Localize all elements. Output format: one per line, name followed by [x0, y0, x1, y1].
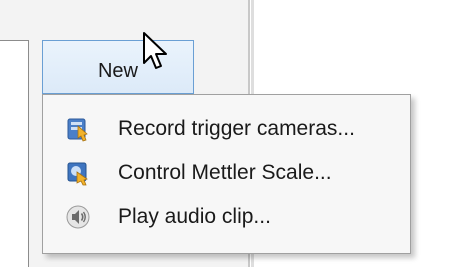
content-frame: [0, 40, 29, 267]
new-button-label: New: [97, 59, 138, 82]
scale-control-icon: [65, 160, 91, 186]
menu-item-control-mettler-scale[interactable]: Control Mettler Scale...: [43, 153, 410, 193]
menu-item-label: Play audio clip...: [118, 205, 271, 228]
menu-item-label: Record trigger cameras...: [118, 117, 355, 140]
new-dropdown-menu: Record trigger cameras... Control Mettle…: [42, 94, 411, 254]
mouse-pointer-icon: [143, 32, 167, 69]
screen: New Record trigger cameras... Control Me…: [0, 0, 457, 267]
record-camera-icon: [65, 116, 91, 142]
speaker-icon: [65, 204, 91, 230]
menu-item-play-audio-clip[interactable]: Play audio clip...: [43, 197, 410, 237]
menu-item-record-trigger-cameras[interactable]: Record trigger cameras...: [43, 109, 410, 149]
menu-item-label: Control Mettler Scale...: [118, 161, 332, 184]
